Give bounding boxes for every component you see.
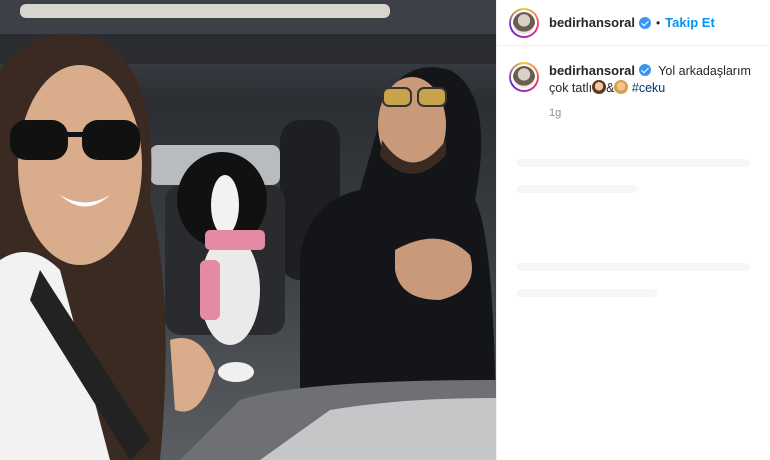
- post-header: bedirhansoral • Takip Et: [497, 0, 770, 46]
- verified-badge-icon: [638, 64, 651, 76]
- avatar[interactable]: [509, 7, 539, 38]
- post-time: 1g: [549, 107, 562, 119]
- post-sidebar: bedirhansoral • Takip Et bedirhansoral Y…: [496, 0, 770, 460]
- caption: bedirhansoral Yol arkadaşlarım çok tatlı…: [497, 46, 770, 97]
- username-link[interactable]: bedirhansoral: [549, 15, 635, 30]
- blurred-comment: [517, 185, 637, 193]
- separator-dot: •: [655, 15, 661, 30]
- blurred-comment: [517, 289, 657, 297]
- caption-amp: &: [606, 81, 615, 95]
- blurred-comment: [517, 263, 750, 271]
- verified-badge-icon: [638, 16, 651, 29]
- follow-button[interactable]: Takip Et: [665, 15, 715, 30]
- emoji-man-icon: [614, 80, 629, 94]
- caption-avatar[interactable]: [509, 62, 539, 92]
- selfie-image: [0, 0, 496, 460]
- emoji-woman-icon: [592, 80, 607, 94]
- post-photo[interactable]: [0, 0, 496, 460]
- blurred-comment: [517, 159, 750, 167]
- caption-body: bedirhansoral Yol arkadaşlarım çok tatlı…: [549, 62, 758, 97]
- hashtag-link[interactable]: #ceku: [632, 81, 665, 95]
- caption-username-link[interactable]: bedirhansoral: [549, 63, 635, 78]
